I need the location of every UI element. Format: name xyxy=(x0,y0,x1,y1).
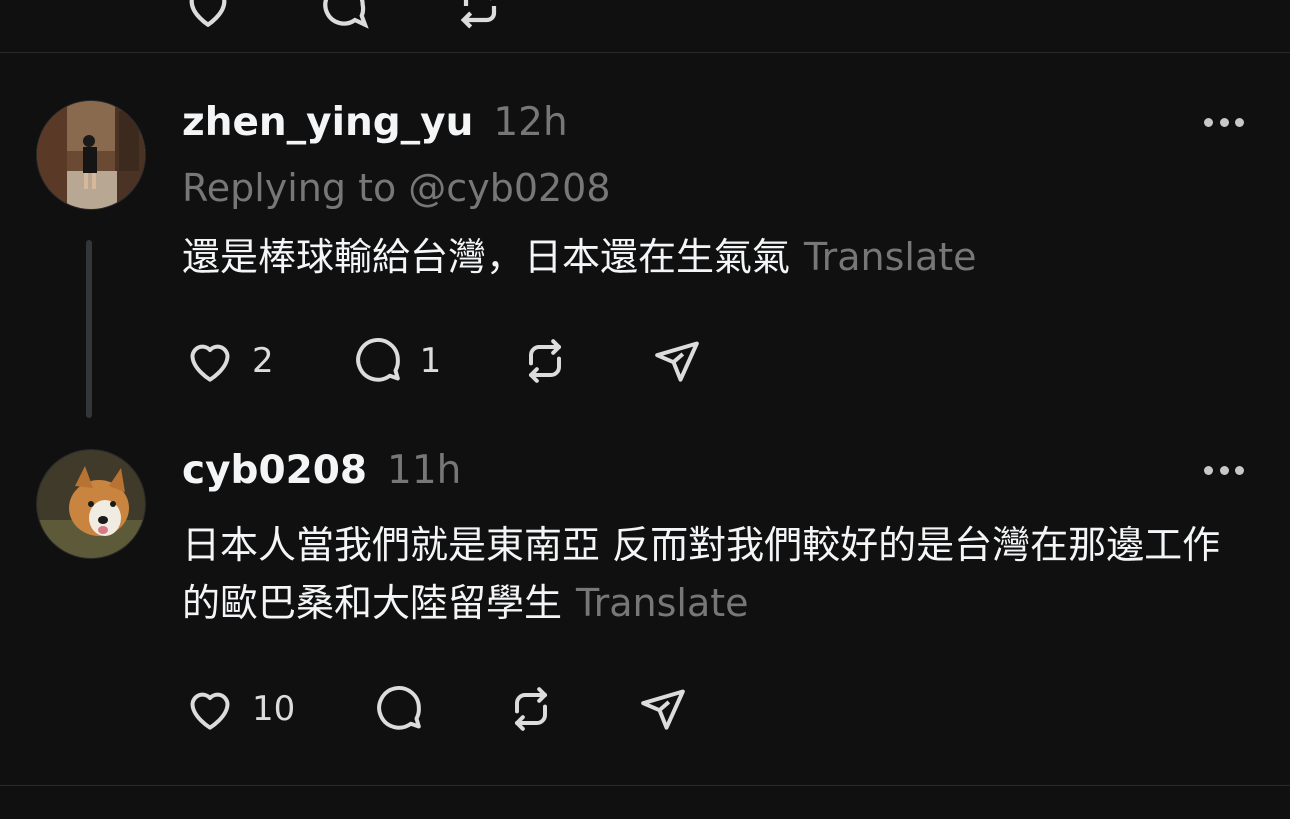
translate-link[interactable]: Translate xyxy=(804,235,977,279)
username[interactable]: zhen_ying_yu xyxy=(182,100,473,145)
avatar-photo xyxy=(37,450,145,558)
comment-icon xyxy=(377,686,422,730)
replying-to[interactable]: Replying to @cyb0208 xyxy=(182,166,611,210)
heart-icon[interactable] xyxy=(180,0,236,34)
top-divider xyxy=(0,52,1290,53)
like-button[interactable]: 10 xyxy=(182,681,295,737)
heart-icon xyxy=(190,344,230,382)
post-header: zhen_ying_yu 12h xyxy=(182,100,568,145)
share-icon xyxy=(641,689,686,730)
repost-icon xyxy=(515,687,548,731)
comment-icon xyxy=(355,338,400,382)
bottom-divider xyxy=(0,785,1290,786)
post-header: cyb0208 11h xyxy=(182,448,461,493)
action-bar: 2 1 xyxy=(182,333,705,389)
avatar[interactable] xyxy=(36,100,146,210)
more-dot-icon xyxy=(1204,117,1213,127)
username[interactable]: cyb0208 xyxy=(182,448,367,493)
timestamp: 12h xyxy=(493,100,568,145)
reply-button[interactable] xyxy=(371,681,427,737)
more-options-button[interactable] xyxy=(1204,465,1244,475)
like-count: 10 xyxy=(252,689,296,729)
share-button[interactable] xyxy=(635,681,691,737)
like-count: 2 xyxy=(252,341,274,381)
reply-count: 1 xyxy=(419,341,442,381)
heart-icon xyxy=(190,692,230,730)
repost-icon[interactable] xyxy=(452,0,508,34)
reply-button[interactable]: 1 xyxy=(350,333,442,389)
thread-line xyxy=(86,240,92,418)
like-button[interactable]: 2 xyxy=(182,333,274,389)
repost-button[interactable] xyxy=(517,333,573,389)
avatar[interactable] xyxy=(36,449,146,559)
repost-icon xyxy=(529,339,562,383)
more-dot-icon xyxy=(1219,117,1229,127)
post-content: 還是棒球輸給台灣，日本還在生氣氣 Translate xyxy=(182,228,1252,286)
translate-link[interactable]: Translate xyxy=(576,581,749,625)
timestamp: 11h xyxy=(387,448,462,493)
post-content: 日本人當我們就是東南亞 反而對我們較好的是台灣在那邊工作的歐巴桑和大陸留學生 Tr… xyxy=(182,516,1242,632)
more-dot-icon xyxy=(1219,465,1229,475)
avatar-photo xyxy=(37,101,145,209)
more-dot-icon xyxy=(1204,465,1213,475)
post-text: 還是棒球輸給台灣，日本還在生氣氣 xyxy=(182,235,791,279)
more-dot-icon xyxy=(1235,465,1244,475)
action-bar: 10 xyxy=(182,681,691,737)
previous-post-actions xyxy=(0,0,1290,52)
repost-button[interactable] xyxy=(503,681,559,737)
share-button[interactable] xyxy=(649,333,705,389)
share-icon xyxy=(655,341,700,382)
more-options-button[interactable] xyxy=(1204,117,1244,127)
comment-icon[interactable] xyxy=(316,0,372,34)
more-dot-icon xyxy=(1235,117,1244,127)
